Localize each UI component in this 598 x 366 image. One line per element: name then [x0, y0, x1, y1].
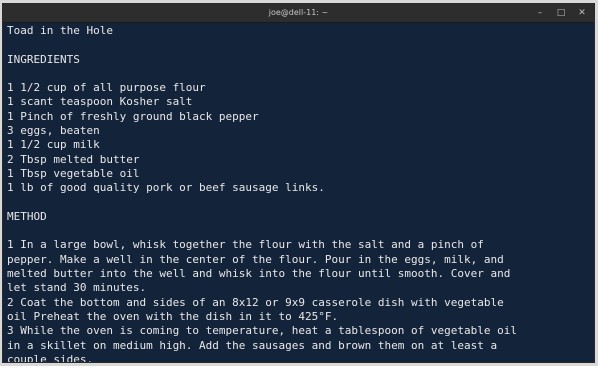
window-title: joe@dell-11: ~	[268, 8, 329, 17]
close-icon[interactable]: ✕	[576, 7, 588, 19]
title-bar[interactable]: joe@dell-11: ~ – □ ✕	[3, 4, 594, 23]
terminal-text: Toad in the Hole INGREDIENTS 1 1/2 cup o…	[7, 24, 517, 362]
window-controls: – □ ✕	[534, 7, 588, 19]
maximize-icon[interactable]: □	[555, 7, 567, 19]
minimize-icon[interactable]: –	[534, 7, 546, 19]
terminal-window: joe@dell-11: ~ – □ ✕ Toad in the Hole IN…	[2, 3, 595, 363]
terminal-content[interactable]: Toad in the Hole INGREDIENTS 1 1/2 cup o…	[7, 24, 594, 362]
